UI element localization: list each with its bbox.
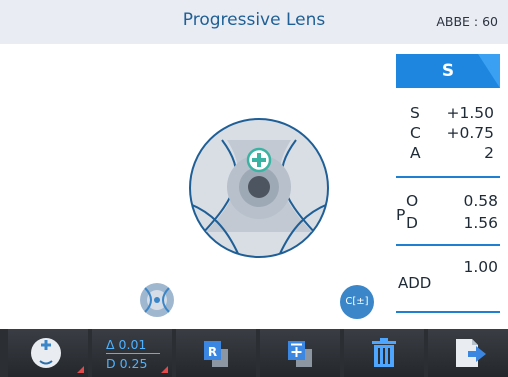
sphere-label: S bbox=[410, 104, 420, 122]
axis-label: A bbox=[410, 144, 421, 162]
add-label: ADD bbox=[398, 274, 432, 292]
lens-display bbox=[0, 44, 392, 326]
page-title: Progressive Lens bbox=[182, 10, 326, 30]
pd-d-value: 1.56 bbox=[463, 214, 498, 232]
divider-2 bbox=[396, 244, 500, 246]
memory-stack-icon bbox=[288, 341, 312, 367]
mode-tab-label: S bbox=[441, 61, 455, 81]
divider-3 bbox=[396, 311, 500, 313]
divider-1 bbox=[396, 176, 500, 178]
cylinder-value: +0.75 bbox=[446, 124, 495, 142]
sphere-value: +1.50 bbox=[446, 104, 495, 122]
tolerance-button[interactable]: Δ 0.01 D 0.25 bbox=[92, 329, 172, 377]
pd-o-value: 0.58 bbox=[463, 192, 498, 210]
header-bar: Progressive Lens ABBE : 60 bbox=[0, 0, 508, 44]
pd-o-label: O bbox=[406, 192, 419, 210]
crosshair-target-icon[interactable] bbox=[246, 147, 272, 173]
submenu-mark bbox=[161, 366, 168, 373]
measurement-panel: S S +1.50 C +0.75 A 2 P O D 0.58 1.56 AD… bbox=[396, 54, 500, 316]
cylinder-toggle-button[interactable]: C[±] bbox=[340, 285, 374, 319]
pd-d-label: D bbox=[406, 214, 418, 232]
lens-orientation-icon bbox=[31, 338, 61, 368]
tolerance-delta: Δ 0.01 bbox=[106, 337, 147, 352]
bottom-toolbar: Δ 0.01 D 0.25 R bbox=[0, 329, 508, 377]
svg-text:R: R bbox=[208, 345, 217, 359]
export-button[interactable] bbox=[428, 329, 508, 377]
r-record-button[interactable]: R bbox=[176, 329, 256, 377]
lens-diagram bbox=[140, 118, 329, 317]
pd-label: P bbox=[396, 206, 406, 224]
delete-button[interactable] bbox=[344, 329, 424, 377]
memory-stack-button[interactable] bbox=[260, 329, 340, 377]
submenu-mark bbox=[77, 366, 84, 373]
tolerance-divider bbox=[106, 353, 160, 354]
abbe-value: ABBE : 60 bbox=[436, 14, 498, 29]
lens-orientation-button[interactable] bbox=[8, 329, 88, 377]
tolerance-d: D 0.25 bbox=[106, 356, 148, 371]
tab-corner bbox=[478, 54, 500, 88]
focus-center bbox=[248, 176, 270, 198]
export-icon bbox=[456, 339, 486, 367]
add-value: 1.00 bbox=[463, 258, 498, 276]
mode-tab-s[interactable]: S bbox=[396, 54, 500, 88]
trash-icon bbox=[372, 338, 396, 367]
cylinder-label: C bbox=[410, 124, 421, 142]
r-record-icon: R bbox=[204, 341, 228, 367]
lens-thumbnail-icon[interactable] bbox=[140, 283, 174, 317]
axis-value: 2 bbox=[484, 144, 494, 162]
